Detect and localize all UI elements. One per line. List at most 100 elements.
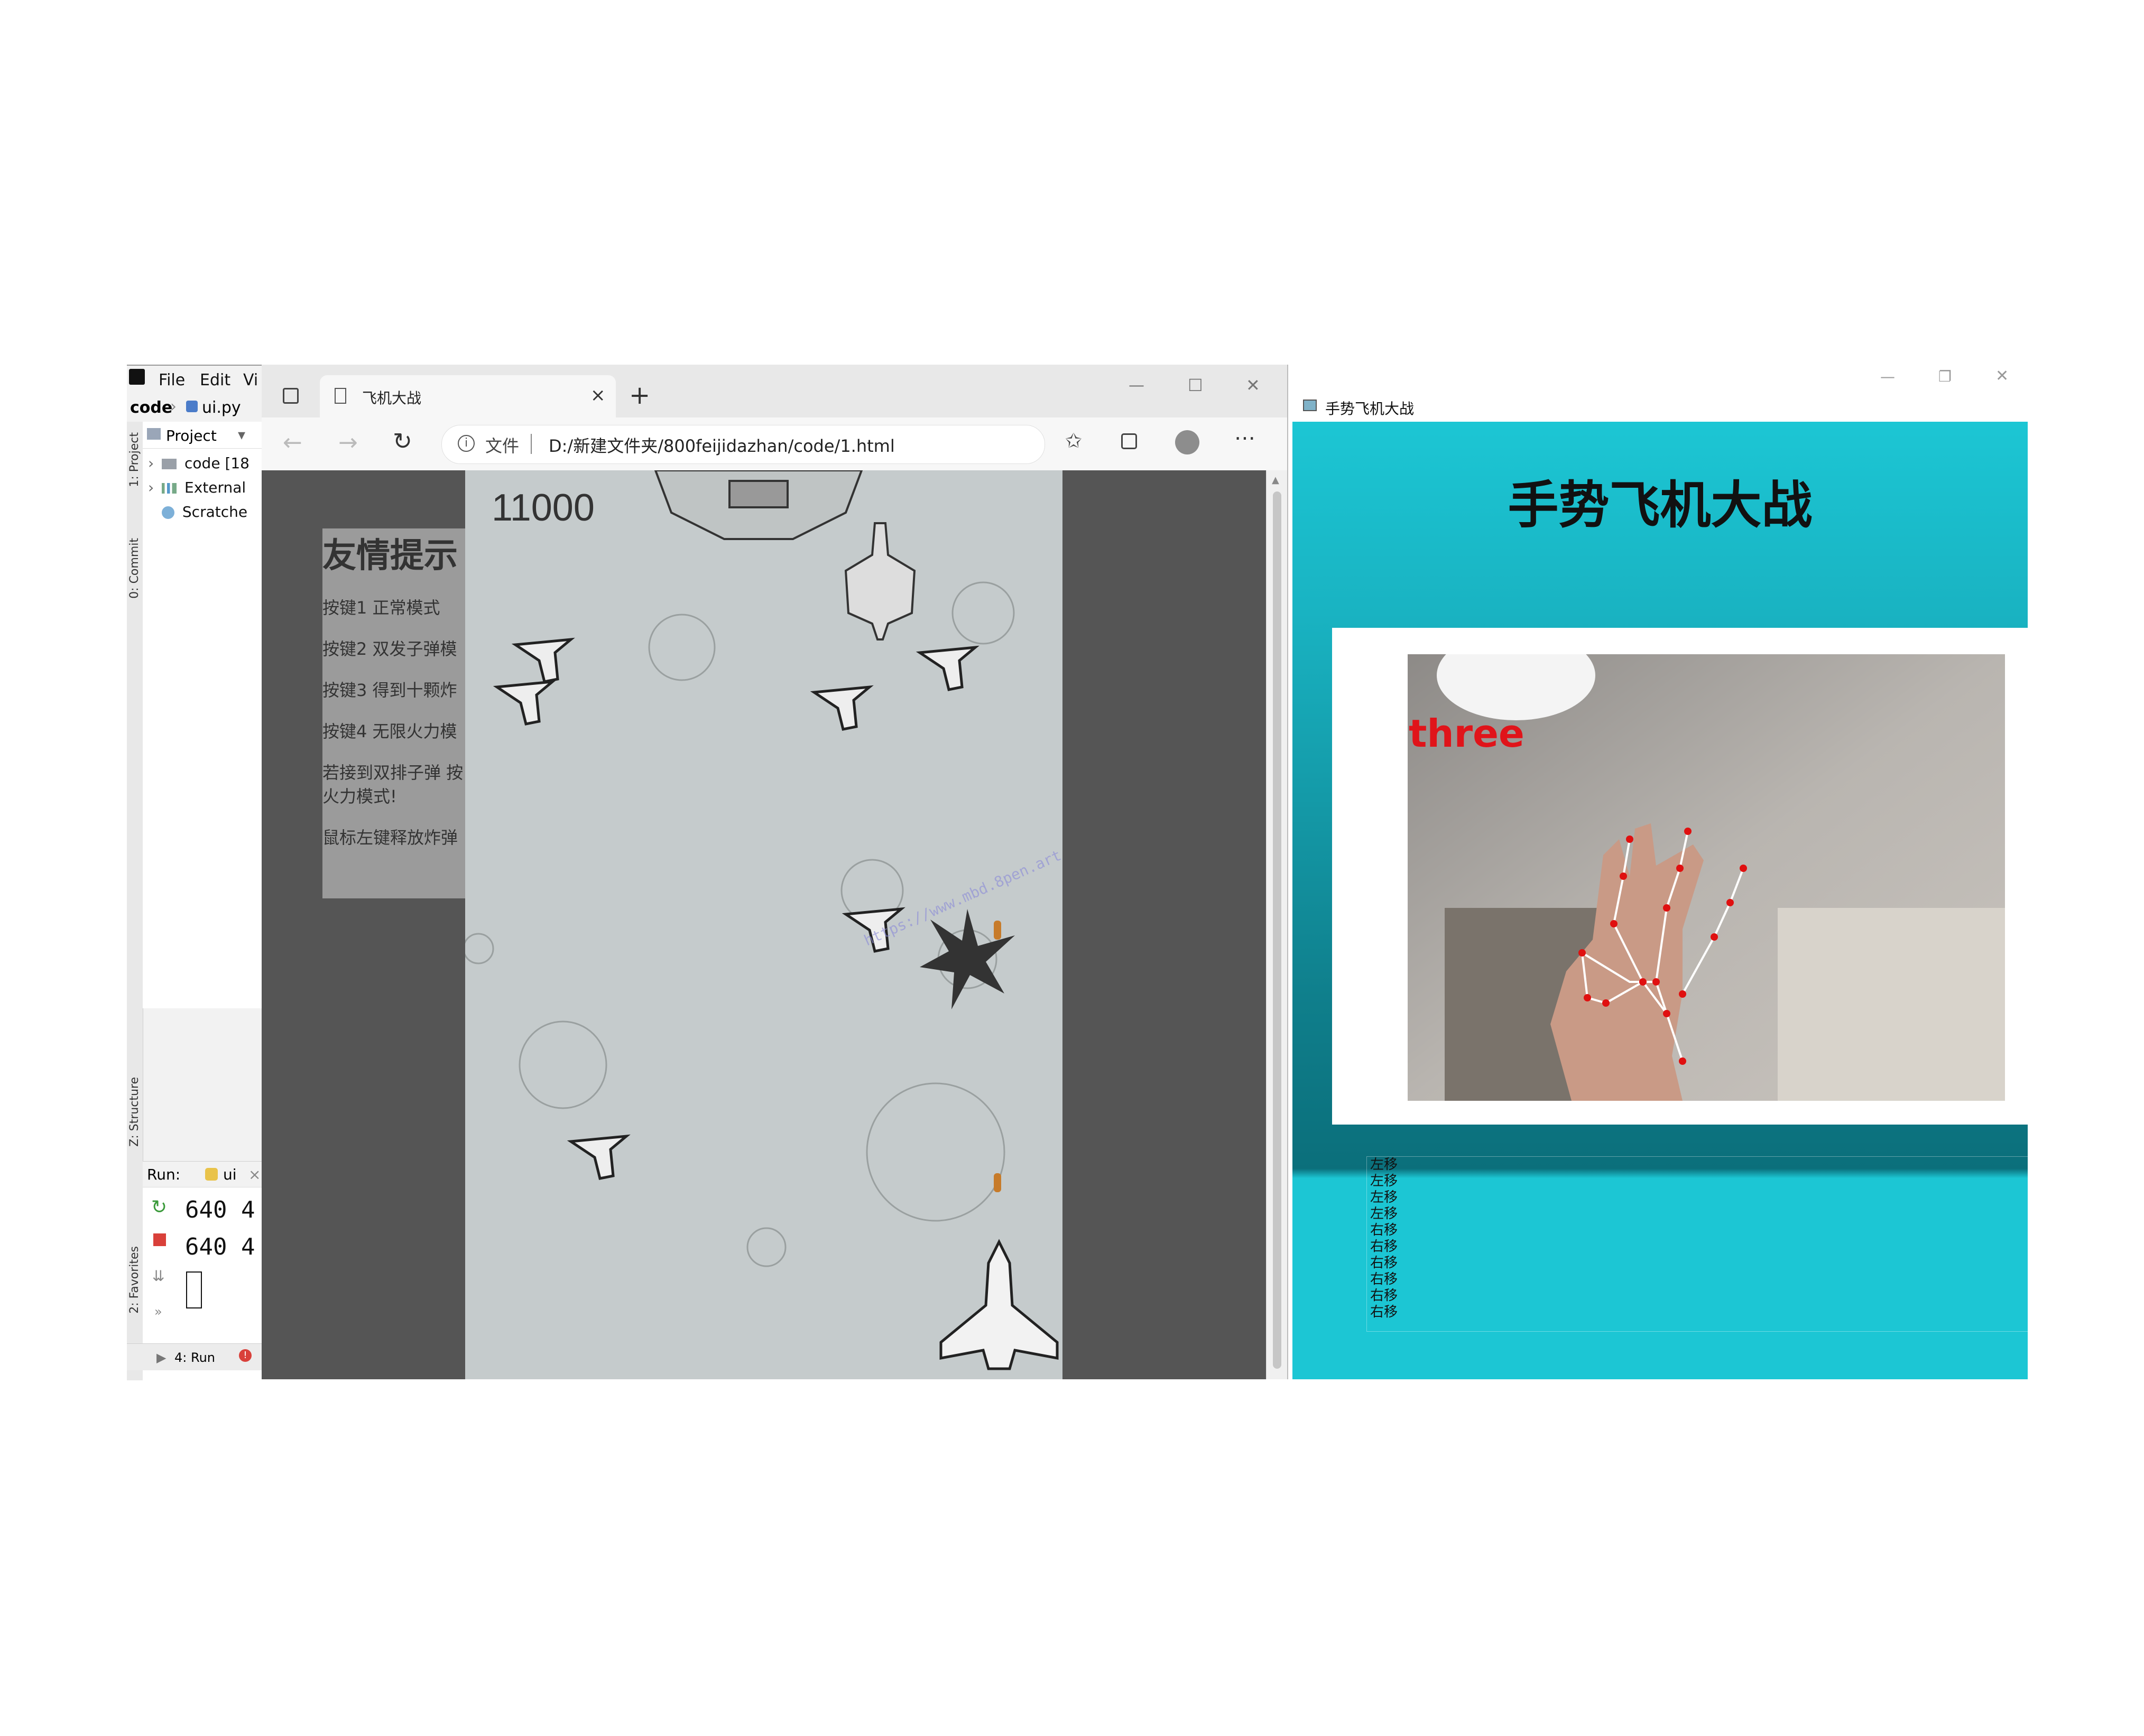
tool-window-strip: 1: Project 0: Commit Z: Structure 2: Fav… — [127, 422, 143, 1380]
favorites-icon[interactable]: ✩ — [1065, 429, 1082, 452]
close-button[interactable]: ✕ — [1246, 375, 1260, 395]
forward-icon[interactable]: → — [338, 429, 358, 456]
minimize-button[interactable]: — — [1129, 376, 1144, 395]
vertical-scrollbar[interactable]: ▲ — [1266, 470, 1288, 1379]
error-icon[interactable]: ! — [239, 1349, 252, 1362]
minimize-icon[interactable]: — — [1880, 368, 1895, 385]
tab-favorites[interactable]: 2: Favorites — [128, 1246, 141, 1314]
rerun-icon[interactable]: ↻ — [151, 1196, 167, 1218]
log-entry: 右移 — [1370, 1255, 1398, 1271]
tab-project[interactable]: 1: Project — [128, 432, 141, 487]
stop-icon[interactable] — [153, 1233, 166, 1246]
run-tool-tab[interactable]: 4: Run — [174, 1350, 215, 1365]
enemy-plane — [567, 1134, 631, 1180]
refresh-icon[interactable]: ↻ — [393, 428, 412, 455]
more-icon[interactable]: » — [154, 1304, 162, 1319]
chevron-down-icon[interactable]: ▾ — [238, 426, 245, 443]
enemy-plane — [810, 685, 874, 731]
tab-actions-icon[interactable] — [283, 388, 299, 404]
enemy-plane — [511, 637, 575, 683]
restore-icon[interactable]: ❐ — [1938, 368, 1952, 385]
tree-item-label: code [18 — [184, 454, 249, 472]
play-icon: ▶ — [156, 1350, 167, 1365]
gesture-app-titlebar: 手势飞机大战 — [1292, 390, 2028, 422]
bullet — [994, 1173, 1001, 1192]
asteroid — [465, 933, 494, 964]
app-logo-icon — [129, 369, 145, 385]
tree-item-code[interactable]: › code [18 — [148, 454, 249, 472]
new-tab-icon[interactable]: + — [629, 380, 650, 410]
landmark-point — [1626, 835, 1633, 843]
project-view-selector[interactable]: Project — [166, 427, 217, 444]
run-panel-header: Run: ui × — [143, 1162, 262, 1187]
log-entry: 右移 — [1370, 1304, 1398, 1320]
menu-view[interactable]: Vi — [243, 371, 258, 389]
tips-box: 友情提示 按键1 正常模式 按键2 双发子弹模 按键3 得到十颗炸 按键4 无限… — [322, 528, 465, 898]
asteroid — [746, 1227, 787, 1267]
chevron-right-icon: › — [170, 397, 177, 416]
window-icon — [1303, 400, 1317, 411]
asteroid — [519, 1020, 607, 1109]
tip-line: 火力模式! — [322, 786, 397, 806]
tips-heading: 友情提示 — [322, 536, 458, 575]
landmark-point — [1740, 865, 1747, 872]
chevron-right-icon: › — [148, 479, 154, 496]
log-entry: 右移 — [1370, 1271, 1398, 1287]
tree-item-scratches[interactable]: Scratche — [162, 503, 247, 521]
run-label: Run: — [147, 1166, 181, 1183]
tip-line: 按键4 无限火力模 — [322, 721, 457, 741]
camera-panel: three — [1332, 628, 2028, 1125]
menu-file[interactable]: File — [159, 371, 185, 389]
scroll-up-icon[interactable]: ▲ — [1272, 475, 1279, 486]
chevron-right-icon: › — [148, 454, 154, 472]
scroll-thumb[interactable] — [1273, 491, 1281, 1369]
tip-line: 若接到双排子弹 按 — [322, 763, 464, 783]
address-separator — [531, 434, 532, 454]
project-panel: Project ▾ › code [18 › External Scratche — [143, 422, 262, 1008]
close-icon[interactable]: ✕ — [1995, 367, 2009, 385]
back-icon[interactable]: ← — [283, 429, 302, 456]
close-icon[interactable]: × — [248, 1166, 261, 1183]
collections-icon[interactable] — [1121, 433, 1137, 449]
door-frame — [1778, 908, 2005, 1101]
gesture-titlebar: — ❐ ✕ — [1292, 365, 2028, 390]
app-heading: 手势飞机大战 — [1508, 476, 1813, 535]
log-entry: 右移 — [1370, 1288, 1398, 1304]
tab-strip: 飞机大战 × + — ☐ ✕ — [262, 365, 1287, 417]
browser-window: 飞机大战 × + — ☐ ✕ ← → ↻ A» ☆ ✩ ⋯ i 文件 D:/新建… — [262, 365, 1288, 1379]
ide-menubar: File Edit Vi — [127, 366, 262, 392]
menu-edit[interactable]: Edit — [200, 371, 230, 389]
landmark-point — [1602, 999, 1610, 1007]
scroll-to-end-icon[interactable]: ⇊ — [152, 1267, 164, 1285]
landmark-point — [1676, 865, 1684, 872]
more-options-icon[interactable]: ⋯ — [1234, 426, 1255, 450]
landmark-point — [1610, 920, 1618, 927]
landmark-point — [1584, 994, 1591, 1001]
asteroid — [866, 1082, 1005, 1222]
breadcrumb-file[interactable]: ui.py — [202, 398, 241, 417]
console-line: 640 4 — [185, 1233, 255, 1260]
page-icon — [335, 388, 346, 404]
tab-commit[interactable]: 0: Commit — [128, 538, 141, 599]
url-text[interactable]: D:/新建文件夹/800feijidazhan/code/1.html — [549, 433, 895, 457]
address-bar[interactable]: i 文件 D:/新建文件夹/800feijidazhan/code/1.html — [441, 425, 1045, 464]
python-file-icon — [205, 1168, 218, 1181]
log-entry: 右移 — [1370, 1239, 1398, 1255]
close-tab-icon[interactable]: × — [590, 385, 606, 406]
profile-avatar[interactable] — [1175, 430, 1199, 454]
run-config-tab[interactable]: ui — [223, 1166, 237, 1183]
game-canvas[interactable]: https://www.mbd.8pen.art/o/qunshan/w 110… — [465, 470, 1062, 1379]
info-icon[interactable]: i — [458, 435, 475, 452]
enemy-cruiser — [844, 522, 916, 640]
log-entry: 左移 — [1370, 1206, 1398, 1222]
maximize-button[interactable]: ☐ — [1188, 375, 1203, 395]
console-cursor[interactable] — [186, 1271, 202, 1308]
tree-item-external[interactable]: › External — [148, 479, 246, 496]
browser-tab[interactable]: 飞机大战 × — [320, 375, 616, 417]
player-ship — [939, 1239, 1059, 1370]
tab-structure[interactable]: Z: Structure — [128, 1077, 141, 1147]
watermark: https://www.mbd.8pen.art/o/qunshan/w — [861, 803, 1062, 949]
landmark-point — [1679, 1057, 1686, 1065]
asteroid — [648, 614, 716, 681]
breadcrumb-project[interactable]: code — [130, 398, 172, 417]
